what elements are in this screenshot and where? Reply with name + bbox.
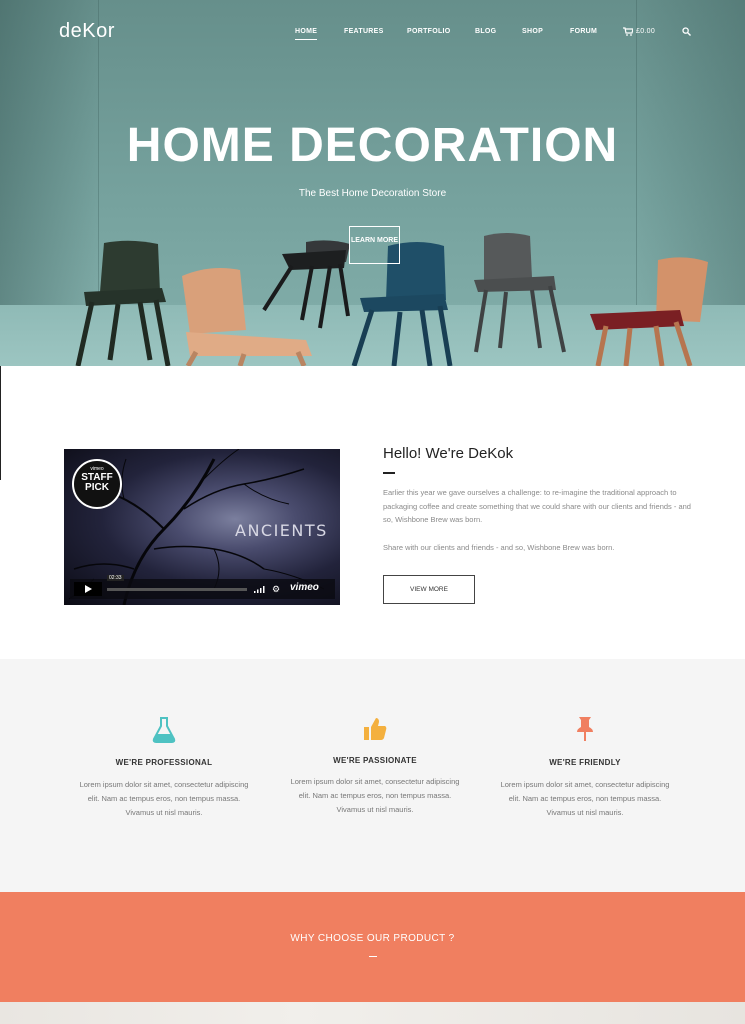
cart-icon[interactable] [623, 27, 633, 36]
intro-paragraph-1: Earlier this year we gave ourselves a ch… [383, 488, 691, 524]
intro-title: Hello! We're DeKok [383, 445, 514, 462]
hero-title: HOME DECORATION [126, 119, 619, 172]
pushpin-icon [577, 717, 593, 741]
cart-total[interactable]: £0.00 [636, 28, 655, 35]
nav-item-portfolio[interactable]: PORTFOLIO [407, 28, 451, 35]
intro-title-underline [383, 472, 395, 474]
view-more-button[interactable]: VIEW MORE [383, 575, 475, 604]
gear-icon[interactable]: ⚙ [272, 584, 282, 594]
learn-more-button[interactable]: LEARN MORE [349, 226, 400, 264]
chair-black [262, 240, 350, 329]
why-choose-section: WHY CHOOSE OUR PRODUCT ? [0, 892, 745, 1002]
nav-item-shop[interactable]: SHOP [522, 28, 543, 35]
why-choose-title: WHY CHOOSE OUR PRODUCT ? [290, 933, 455, 944]
hero-section: deKor HOME FEATURES PORTFOLIO BLOG SHOP … [0, 0, 745, 366]
staff-pick-label: STAFF PICK [81, 472, 113, 493]
video-caption: ANCIENTS [235, 521, 328, 540]
feature-title: WE'RE PROFESSIONAL [115, 758, 213, 767]
video-progress-bar[interactable] [107, 588, 247, 591]
vimeo-logo[interactable]: vimeo [290, 582, 319, 593]
feature-text: Lorem ipsum dolor sit amet, consectetur … [290, 777, 460, 814]
thumbs-up-icon [364, 718, 387, 740]
volume-icon[interactable] [254, 585, 266, 593]
staff-pick-badge: vimeo STAFF PICK [72, 459, 122, 509]
nav-item-forum[interactable]: FORUM [570, 28, 597, 35]
nav-item-home[interactable]: HOME [295, 28, 318, 40]
chair-grey [474, 233, 566, 353]
why-choose-underline [369, 956, 377, 957]
chair-dark-green [75, 240, 171, 366]
left-edge-line [0, 366, 1, 480]
video-timecode: 02:33 [107, 575, 124, 581]
play-button[interactable] [74, 582, 102, 596]
feature-text: Lorem ipsum dolor sit amet, consectetur … [79, 780, 249, 817]
nav-item-blog[interactable]: BLOG [475, 28, 496, 35]
intro-paragraph-2: Share with our clients and friends - and… [383, 543, 615, 552]
feature-text: Lorem ipsum dolor sit amet, consectetur … [500, 780, 670, 817]
chair-wood-right [590, 257, 708, 366]
video-controls: 02:33 ⚙ vimeo [70, 575, 335, 599]
next-section-preview [0, 1002, 745, 1024]
flask-icon [152, 717, 176, 743]
nav-item-features[interactable]: FEATURES [344, 28, 384, 35]
feature-title: WE'RE FRIENDLY [549, 758, 621, 767]
feature-title: WE'RE PASSIONATE [333, 756, 417, 765]
features-section: WE'RE PROFESSIONAL Lorem ipsum dolor sit… [0, 659, 745, 892]
video-player[interactable]: vimeo STAFF PICK ANCIENTS 02:33 ⚙ vimeo [64, 449, 340, 605]
chair-wood-left [182, 268, 312, 366]
hero-chairs-image [75, 233, 708, 366]
search-icon[interactable] [682, 27, 691, 36]
page: deKor HOME FEATURES PORTFOLIO BLOG SHOP … [0, 0, 745, 1024]
hero-subtitle: The Best Home Decoration Store [298, 188, 447, 199]
main-nav: HOME FEATURES PORTFOLIO BLOG SHOP FORUM … [0, 28, 745, 42]
